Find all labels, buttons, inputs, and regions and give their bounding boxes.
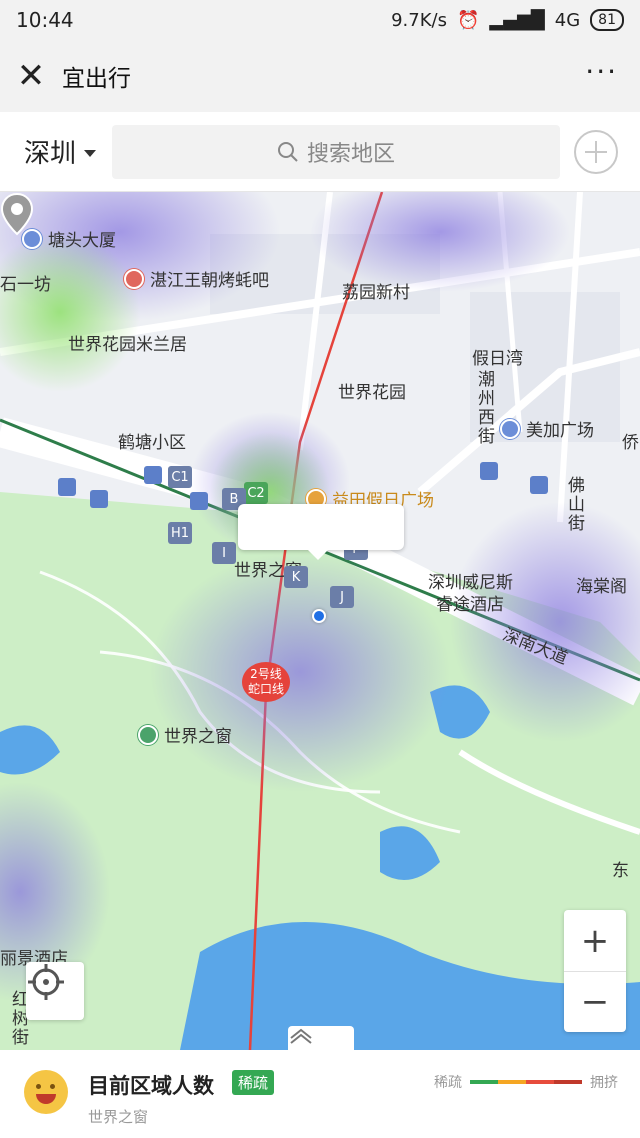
- close-icon: ✕: [16, 56, 46, 96]
- metro-exit-c1[interactable]: C1: [168, 466, 192, 488]
- poi-world-garden[interactable]: 世界花园: [338, 378, 406, 403]
- density-legend: 稀疏 拥挤: [434, 1072, 618, 1092]
- bus-stop-icon[interactable]: [480, 462, 498, 480]
- city-label: 深圳: [24, 139, 77, 169]
- street-chaozhou-west: 潮州西街: [474, 370, 494, 446]
- legend-color-bar: [470, 1080, 582, 1084]
- caret-down-icon: [84, 150, 97, 157]
- more-menu-button[interactable]: ···: [585, 58, 618, 86]
- zoom-in-button[interactable]: +: [564, 910, 626, 971]
- metro-exit-k[interactable]: K: [284, 566, 308, 588]
- poi-tangtou-building[interactable]: 塘头大厦: [22, 226, 116, 251]
- legend-low-label: 稀疏: [434, 1075, 462, 1091]
- poi-liyuan-village[interactable]: 荔园新村: [342, 278, 410, 303]
- zoom-control: + −: [564, 910, 626, 1032]
- chevron-up-icon: [290, 1028, 312, 1044]
- poi-holiday-bay[interactable]: 假日湾: [472, 344, 523, 369]
- poi-restaurant[interactable]: 湛江王朝烤蚝吧: [124, 266, 269, 291]
- bus-stop-icon[interactable]: [530, 476, 548, 494]
- location-callout[interactable]: [238, 504, 404, 560]
- poi-window-of-world-park[interactable]: 世界之窗: [138, 722, 232, 747]
- signal-icon: ▂▄▆█: [489, 9, 545, 31]
- poi-meijia-plaza[interactable]: 美加广场: [500, 416, 594, 441]
- metro-exit-c2[interactable]: C2: [244, 482, 268, 504]
- status-indicators: 9.7K/s ⏰ ▂▄▆█ 4G 81: [391, 9, 624, 31]
- alarm-icon: ⏰: [456, 9, 480, 31]
- search-placeholder: 搜索地区: [306, 141, 395, 167]
- city-selector[interactable]: 深圳: [0, 133, 112, 170]
- crosshair-icon: [28, 964, 64, 1000]
- restaurant-icon: [124, 268, 144, 289]
- close-button[interactable]: ✕: [0, 40, 62, 112]
- poi-shiyifang[interactable]: 石一坊: [0, 270, 51, 295]
- metro-exit-j[interactable]: J: [330, 586, 354, 608]
- zoom-out-button[interactable]: −: [564, 971, 626, 1032]
- smiley-face-icon: [24, 1070, 68, 1114]
- search-input[interactable]: 搜索地区: [112, 124, 560, 179]
- network-speed: 9.7K/s: [391, 9, 447, 31]
- legend-swatch-sparse: [470, 1080, 498, 1084]
- metro-exit-h1[interactable]: H1: [168, 522, 193, 544]
- status-time: 10:44: [16, 8, 74, 32]
- poi-hetang-community[interactable]: 鹤塘小区: [118, 428, 186, 453]
- status-badge: 稀疏: [232, 1070, 275, 1095]
- search-icon: [277, 141, 298, 162]
- poi-haitang-pavilion[interactable]: 海棠阁: [576, 572, 627, 597]
- legend-swatch-crowded: [554, 1080, 582, 1084]
- poi-ruitu-hotel: 睿途酒店: [436, 595, 504, 615]
- area-name: 世界之窗: [88, 1108, 149, 1126]
- status-bar: 10:44 9.7K/s ⏰ ▂▄▆█ 4G 81: [0, 0, 640, 40]
- building-icon: [500, 418, 520, 439]
- current-location-dot: [312, 609, 326, 623]
- page-title: 宜出行: [62, 66, 131, 92]
- legend-high-label: 拥挤: [590, 1075, 618, 1091]
- camera-icon: [138, 724, 158, 745]
- bus-stop-icon[interactable]: [58, 478, 76, 496]
- poi-qiao: 侨: [622, 433, 639, 453]
- legend-swatch-busy: [526, 1080, 554, 1084]
- title-bar: ✕ 宜出行 ···: [0, 40, 640, 112]
- poi-world-garden-milan[interactable]: 世界花园米兰居: [68, 330, 187, 355]
- poi-east: 东: [612, 861, 629, 881]
- legend-swatch-medium: [498, 1080, 526, 1084]
- heatmap-map[interactable]: 塘头大厦 石一坊 湛江王朝烤蚝吧 荔园新村 世界花园米兰居 假日湾 世界花园 潮…: [0, 192, 640, 1050]
- locate-button[interactable]: [26, 962, 84, 1020]
- crowd-info-panel: 目前区域人数 稀疏 世界之窗 稀疏 拥挤: [0, 1050, 640, 1138]
- search-row: 深圳 搜索地区: [0, 112, 640, 192]
- expand-panel-button[interactable]: [288, 1026, 354, 1050]
- location-pin-icon[interactable]: [0, 192, 34, 238]
- bus-stop-icon[interactable]: [90, 490, 108, 508]
- crowd-count-title: 目前区域人数: [88, 1074, 214, 1098]
- battery-icon: 81: [590, 9, 624, 31]
- network-type: 4G: [554, 9, 581, 31]
- street-foshan: 佛山街: [564, 476, 584, 533]
- bus-stop-icon[interactable]: [144, 466, 162, 484]
- metro-line-badge[interactable]: 2号线 蛇口线: [242, 662, 290, 702]
- metro-exit-i[interactable]: I: [212, 542, 236, 564]
- add-button[interactable]: [574, 130, 618, 174]
- bus-stop-icon[interactable]: [190, 492, 208, 510]
